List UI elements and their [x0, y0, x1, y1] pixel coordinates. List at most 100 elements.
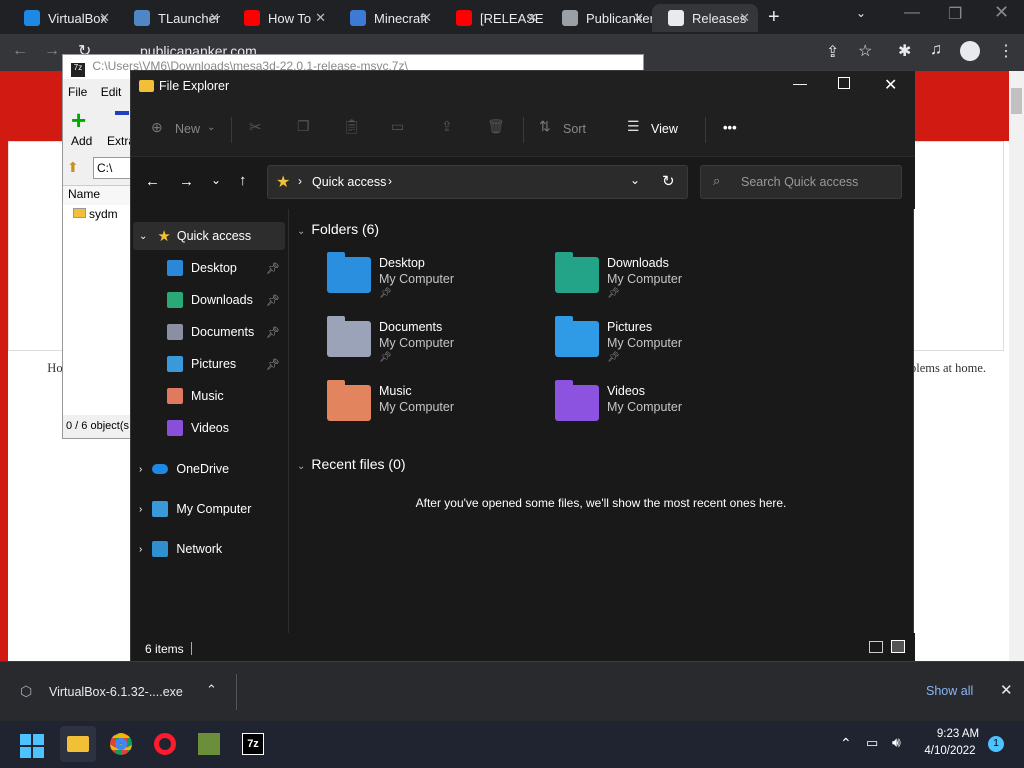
- breadcrumb[interactable]: Quick access: [312, 175, 386, 189]
- recent-section-header[interactable]: ⌄ Recent files (0): [297, 456, 406, 472]
- clock-time[interactable]: 9:23 AM: [932, 728, 984, 740]
- folder-tile-downloads[interactable]: Downloads My Computer 📌︎: [555, 252, 775, 311]
- sidebar-item-videos[interactable]: Videos: [131, 414, 286, 442]
- address-dropdown-icon[interactable]: ⌄: [630, 173, 640, 187]
- new-plus-icon[interactable]: ⊕: [151, 119, 163, 136]
- details-view-icon[interactable]: [869, 641, 883, 653]
- chevron-down-icon[interactable]: ⌄: [139, 231, 147, 242]
- sidebar-item-downloads[interactable]: Downloads 📌︎: [131, 286, 286, 314]
- sevenzip-path[interactable]: C:\: [93, 157, 133, 179]
- minimize-icon[interactable]: —: [904, 4, 920, 22]
- close-icon[interactable]: ✕: [994, 2, 1009, 23]
- nav-back-icon[interactable]: ←: [145, 173, 160, 190]
- chevron-right-icon[interactable]: ›: [139, 464, 142, 475]
- chrome-taskbar-icon[interactable]: [106, 729, 136, 759]
- bookmark-star-icon[interactable]: ☆: [858, 41, 872, 61]
- opera-taskbar-icon[interactable]: [150, 729, 180, 759]
- address-bar[interactable]: ★ › Quick access › ⌄ ↻: [267, 165, 688, 199]
- sort-button[interactable]: Sort: [563, 122, 586, 136]
- tab-close-icon[interactable]: ✕: [315, 10, 326, 26]
- tab-search-icon[interactable]: ⌄: [856, 6, 866, 20]
- rename-icon[interactable]: ▭: [391, 118, 404, 135]
- tab-close-icon[interactable]: ✕: [739, 10, 750, 26]
- folder-tile-pictures[interactable]: Pictures My Computer 📌︎: [555, 316, 775, 375]
- chevron-up-icon[interactable]: ⌃: [206, 682, 217, 698]
- sidebar-quick-access[interactable]: ⌄ ★ Quick access: [133, 222, 285, 250]
- back-icon[interactable]: ←: [12, 42, 28, 60]
- view-icon[interactable]: ☰: [627, 118, 640, 135]
- chevron-right-icon[interactable]: ›: [139, 544, 142, 555]
- browser-tab[interactable]: Minecraft ✕: [334, 4, 440, 32]
- file-row[interactable]: sydm: [68, 206, 128, 224]
- restore-icon[interactable]: ❐: [948, 4, 962, 24]
- profile-avatar[interactable]: [960, 41, 980, 61]
- tab-close-icon[interactable]: ✕: [99, 10, 110, 26]
- notification-badge[interactable]: 1: [988, 736, 1004, 752]
- tiles-view-icon[interactable]: [891, 640, 905, 653]
- extensions-icon[interactable]: ✱: [898, 41, 911, 61]
- sevenzip-taskbar-icon[interactable]: 7z: [238, 729, 268, 759]
- search-box[interactable]: ⌕ Search Quick access: [700, 165, 902, 199]
- copy-icon[interactable]: ❐: [297, 118, 310, 135]
- volume-icon[interactable]: 🔊︎: [892, 734, 901, 751]
- menu-file[interactable]: File: [68, 85, 87, 99]
- chevron-down-icon[interactable]: ⌄: [297, 226, 305, 237]
- download-filename[interactable]: VirtualBox-6.1.32-....exe: [49, 685, 183, 699]
- menu-kebab-icon[interactable]: ⋮: [998, 41, 1014, 61]
- file-explorer-taskbar-icon[interactable]: [60, 726, 96, 762]
- more-options-button[interactable]: •••: [723, 120, 737, 135]
- cut-icon[interactable]: ✂: [249, 118, 262, 136]
- tab-close-icon[interactable]: ✕: [527, 10, 538, 26]
- share-icon[interactable]: ⇪: [441, 118, 453, 135]
- browser-tab[interactable]: How To ✕: [228, 4, 334, 32]
- extract-minus-icon[interactable]: [115, 111, 129, 115]
- browser-tab[interactable]: Releases ✕: [652, 4, 758, 32]
- page-scrollbar-thumb[interactable]: [1011, 88, 1022, 114]
- nav-up-icon[interactable]: ↑: [239, 172, 247, 189]
- sidebar-item-documents[interactable]: Documents 📌︎: [131, 318, 286, 346]
- add-plus-icon[interactable]: +: [71, 107, 86, 133]
- column-header-name[interactable]: Name: [63, 186, 133, 205]
- share-icon[interactable]: ⇪: [826, 42, 839, 62]
- forward-icon[interactable]: →: [44, 42, 60, 60]
- minecraft-taskbar-icon[interactable]: [194, 729, 224, 759]
- tab-close-icon[interactable]: ✕: [421, 10, 432, 26]
- menu-edit[interactable]: Edit: [101, 85, 122, 99]
- folder-tile-videos[interactable]: Videos My Computer: [555, 380, 775, 439]
- show-all-button[interactable]: Show all: [926, 684, 973, 698]
- clock-date[interactable]: 4/10/2022: [920, 745, 980, 757]
- sidebar-item-music[interactable]: Music: [131, 382, 286, 410]
- sort-icon[interactable]: ⇅: [539, 118, 551, 135]
- folder-tile-documents[interactable]: Documents My Computer 📌︎: [327, 316, 547, 375]
- explorer-minimize-icon[interactable]: —: [793, 75, 807, 91]
- explorer-close-icon[interactable]: ✕: [884, 75, 897, 95]
- media-icon[interactable]: ♫: [930, 41, 942, 59]
- sidebar-my-computer[interactable]: › My Computer: [131, 495, 286, 523]
- sidebar-network[interactable]: › Network: [131, 535, 286, 563]
- close-download-bar-icon[interactable]: ✕: [1000, 681, 1013, 699]
- delete-icon[interactable]: 🗑︎: [487, 118, 505, 135]
- sidebar-item-pictures[interactable]: Pictures 📌︎: [131, 350, 286, 378]
- chevron-up-icon[interactable]: ⌃: [840, 735, 852, 752]
- browser-tab[interactable]: Publicanker ✕: [546, 4, 652, 32]
- folder-tile-music[interactable]: Music My Computer: [327, 380, 547, 439]
- search-input[interactable]: Search Quick access: [741, 175, 858, 189]
- explorer-maximize-icon[interactable]: [838, 77, 850, 89]
- nav-forward-icon[interactable]: →: [179, 173, 194, 190]
- new-button[interactable]: New: [175, 122, 200, 136]
- sidebar-onedrive[interactable]: › OneDrive: [131, 455, 286, 483]
- recent-locations-icon[interactable]: ⌄: [211, 173, 221, 187]
- new-tab-icon[interactable]: +: [768, 6, 780, 29]
- tab-close-icon[interactable]: ✕: [209, 10, 220, 26]
- chevron-down-icon[interactable]: ⌄: [297, 461, 305, 472]
- paste-icon[interactable]: 📋︎: [343, 118, 361, 135]
- folders-section-header[interactable]: ⌄ Folders (6): [297, 221, 379, 237]
- chevron-right-icon[interactable]: ›: [139, 504, 142, 515]
- network-tray-icon[interactable]: ▭: [866, 735, 878, 751]
- add-button[interactable]: Add: [71, 134, 92, 148]
- view-button[interactable]: View: [651, 122, 678, 136]
- folder-tile-desktop[interactable]: Desktop My Computer 📌︎: [327, 252, 547, 311]
- browser-tab[interactable]: [RELEASE ✕: [440, 4, 546, 32]
- start-windows-icon[interactable]: [20, 734, 44, 758]
- browser-tab[interactable]: VirtualBox ✕: [8, 4, 118, 32]
